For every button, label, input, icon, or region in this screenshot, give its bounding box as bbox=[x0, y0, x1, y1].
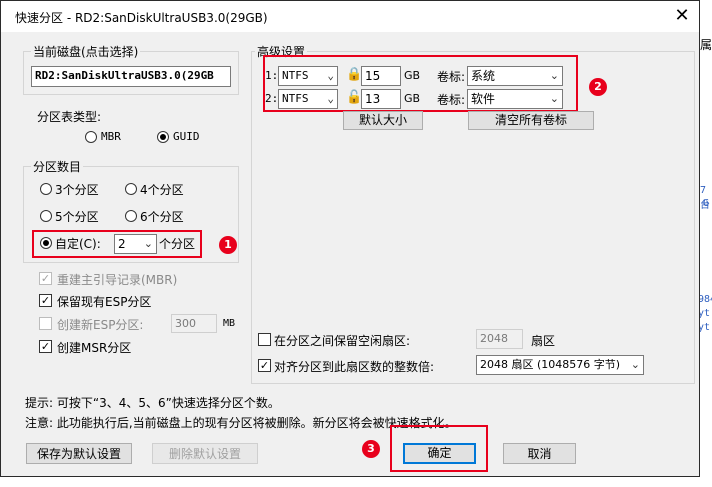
rebuild-mbr-label: 重建主引导记录(MBR) bbox=[57, 273, 178, 287]
guid-radio[interactable] bbox=[157, 131, 169, 143]
count-6-radio[interactable] bbox=[125, 210, 137, 222]
partition-2-size-field[interactable]: 13 bbox=[361, 89, 401, 109]
save-default-button[interactable]: 保存为默认设置 bbox=[26, 443, 132, 464]
bg-fragment: 属 bbox=[700, 38, 712, 52]
partition-1-fs-select[interactable]: NTFS ⌄ bbox=[278, 66, 338, 86]
chevron-down-icon: ⌄ bbox=[327, 92, 334, 105]
partition-count-label: 分区数目 bbox=[31, 158, 84, 175]
count-4-label: 4个分区 bbox=[140, 183, 184, 197]
mbr-radio[interactable] bbox=[85, 131, 97, 143]
partition-1-fs-value: NTFS bbox=[282, 69, 309, 82]
partition-2-volume-value: 软件 bbox=[471, 92, 496, 106]
partition-2-volume-select[interactable]: 软件 ⌄ bbox=[467, 89, 563, 109]
esp-size-unit: MB bbox=[223, 318, 236, 329]
count-5-radio[interactable] bbox=[40, 210, 52, 222]
lock-icon[interactable]: 🔒 bbox=[346, 67, 362, 82]
align-sectors-select[interactable]: 2048 扇区 (1048576 字节) ⌄ bbox=[476, 355, 644, 375]
create-msr-checkbox[interactable]: ✓ bbox=[39, 340, 52, 353]
partition-2-fs-value: NTFS bbox=[282, 92, 309, 105]
align-sectors-label: 对齐分区到此扇区数的整数倍: bbox=[274, 360, 435, 374]
window-title: 快速分区 - RD2:SanDiskUltraUSB3.0(29GB) bbox=[15, 11, 268, 25]
partition-1-volume-select[interactable]: 系统 ⌄ bbox=[467, 66, 563, 86]
partition-2-unit: GB bbox=[404, 92, 421, 105]
custom-count-suffix: 个分区 bbox=[159, 237, 196, 251]
ok-button[interactable]: 确定 bbox=[403, 443, 476, 464]
reserve-sectors-checkbox[interactable] bbox=[258, 333, 271, 346]
partition-1-vol-label: 卷标: bbox=[437, 70, 466, 84]
annotation-badge-2: 2 bbox=[589, 78, 607, 96]
partition-2-fs-select[interactable]: NTFS ⌄ bbox=[278, 89, 338, 109]
keep-esp-label: 保留现有ESP分区 bbox=[57, 295, 152, 309]
custom-count-value: 2 bbox=[118, 237, 126, 251]
count-6-label: 6个分区 bbox=[140, 210, 184, 224]
rebuild-mbr-checkbox[interactable]: ✓ bbox=[39, 272, 52, 285]
create-esp-checkbox[interactable] bbox=[39, 317, 52, 330]
cancel-button[interactable]: 取消 bbox=[503, 443, 576, 464]
annotation-badge-1: 1 bbox=[219, 236, 237, 254]
create-msr-label: 创建MSR分区 bbox=[57, 341, 132, 355]
current-disk-label: 当前磁盘(点击选择) bbox=[31, 43, 141, 60]
partition-1-size-field[interactable]: 15 bbox=[361, 66, 401, 86]
custom-count-radio[interactable] bbox=[40, 237, 52, 249]
quick-partition-dialog: 快速分区 - RD2:SanDiskUltraUSB3.0(29GB) ✕ 当前… bbox=[0, 0, 700, 477]
close-icon[interactable]: ✕ bbox=[669, 5, 695, 27]
chevron-down-icon: ⌄ bbox=[143, 237, 153, 250]
count-4-radio[interactable] bbox=[125, 183, 137, 195]
unlock-icon[interactable]: 🔓 bbox=[346, 90, 362, 105]
chevron-down-icon: ⌄ bbox=[549, 69, 559, 82]
guid-label: GUID bbox=[173, 130, 200, 143]
annotation-badge-3: 3 bbox=[362, 440, 380, 458]
esp-size-field[interactable]: 300 bbox=[171, 314, 217, 333]
tip-text: 提示: 可按下“3、4、5、6”快速选择分区个数。 bbox=[25, 396, 280, 410]
partition-2-index: 2: bbox=[265, 92, 279, 105]
reserve-sectors-field[interactable]: 2048 bbox=[476, 329, 523, 349]
count-3-radio[interactable] bbox=[40, 183, 52, 195]
count-5-label: 5个分区 bbox=[55, 210, 99, 224]
partition-1-unit: GB bbox=[404, 69, 421, 82]
reserve-sectors-label: 在分区之间保留空闲扇区: bbox=[274, 334, 411, 348]
current-disk-field[interactable]: RD2:SanDiskUltraUSB3.0(29GB bbox=[31, 66, 231, 87]
custom-count-label: 自定(C): bbox=[55, 237, 101, 251]
create-esp-label: 创建新ESP分区: bbox=[57, 318, 144, 332]
custom-count-select[interactable]: 2 ⌄ bbox=[114, 234, 157, 254]
align-sectors-value: 2048 扇区 (1048576 字节) bbox=[480, 358, 621, 371]
default-size-button[interactable]: 默认大小 bbox=[343, 111, 423, 130]
chevron-down-icon: ⌄ bbox=[327, 69, 334, 82]
chevron-down-icon: ⌄ bbox=[630, 358, 640, 371]
table-type-label: 分区表类型: bbox=[37, 110, 102, 124]
delete-default-button[interactable]: 删除默认设置 bbox=[152, 443, 258, 464]
partition-1-volume-value: 系统 bbox=[471, 69, 496, 83]
count-3-label: 3个分区 bbox=[55, 183, 99, 197]
clear-labels-button[interactable]: 清空所有卷标 bbox=[468, 111, 594, 130]
keep-esp-checkbox[interactable]: ✓ bbox=[39, 294, 52, 307]
bg-fragment: G bbox=[703, 198, 710, 209]
partition-1-index: 1: bbox=[265, 69, 279, 82]
partition-2-vol-label: 卷标: bbox=[437, 93, 466, 107]
title-bar: 快速分区 - RD2:SanDiskUltraUSB3.0(29GB) ✕ bbox=[1, 1, 699, 32]
align-sectors-checkbox[interactable]: ✓ bbox=[258, 359, 271, 372]
reserve-sectors-unit: 扇区 bbox=[531, 334, 556, 348]
mbr-label: MBR bbox=[101, 130, 121, 143]
chevron-down-icon: ⌄ bbox=[549, 92, 559, 105]
bg-fragment: 984 bbox=[698, 294, 712, 305]
